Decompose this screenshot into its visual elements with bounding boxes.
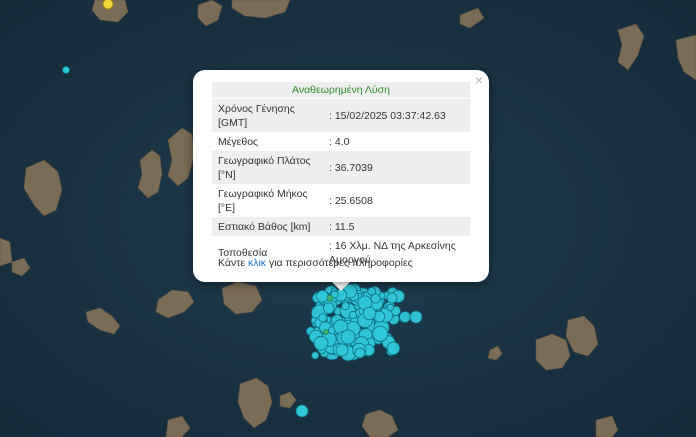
table-row: Γεωγραφικό Πλάτος [°N] : 36.7039 <box>212 151 470 184</box>
more-info-line: Κάντε κλικ για περισσότερες πληροφορίες <box>218 257 413 269</box>
row-label-origin-time: Χρόνος Γένησης [GMT] <box>212 99 325 132</box>
earthquake-marker-icon[interactable] <box>362 306 377 321</box>
row-value-origin-time: : 15/02/2025 03:37:42.63 <box>325 99 470 132</box>
more-info-suffix: για περισσότερες πληροφορίες <box>266 257 413 269</box>
earthquake-marker-icon[interactable] <box>318 313 328 323</box>
earthquake-marker-icon[interactable] <box>354 347 366 359</box>
map-view[interactable]: × Αναθεωρημένη Λύση Χρόνος Γένησης [GMT]… <box>0 0 696 437</box>
earthquake-marker-icon[interactable] <box>341 301 350 311</box>
earthquake-marker-icon[interactable] <box>372 325 389 342</box>
close-icon[interactable]: × <box>475 72 483 88</box>
earthquake-marker-icon[interactable] <box>323 329 329 335</box>
earthquake-marker-icon[interactable] <box>313 335 329 351</box>
earthquake-marker-icon[interactable] <box>386 303 394 312</box>
row-label-depth: Εστιακό Βάθος [km] <box>212 217 325 236</box>
table-row: Εστιακό Βάθος [km] : 11.5 <box>212 217 470 236</box>
popup-title: Αναθεωρημένη Λύση <box>212 82 470 98</box>
earthquake-marker-icon[interactable] <box>348 310 357 320</box>
popup-pointer <box>331 281 351 291</box>
earthquake-marker-icon[interactable] <box>386 292 398 304</box>
row-value-longitude: : 25.6508 <box>329 194 373 207</box>
earthquake-marker-icon[interactable] <box>326 294 334 302</box>
more-info-link[interactable]: κλικ <box>248 257 266 269</box>
earthquake-marker-icon <box>295 404 309 418</box>
row-label-latitude: Γεωγραφικό Πλάτος [°N] <box>212 151 325 184</box>
earthquake-marker-icon[interactable] <box>409 310 423 324</box>
island-left-edge <box>0 237 13 267</box>
more-info-prefix: Κάντε <box>218 257 248 269</box>
earthquake-marker-icon[interactable] <box>311 351 320 360</box>
earthquake-marker-icon <box>62 66 70 74</box>
earthquake-marker-icon <box>102 0 114 10</box>
table-row: Γεωγραφικό Μήκος [°E] : 25.6508 <box>212 184 470 217</box>
earthquake-marker-icon[interactable] <box>322 302 335 315</box>
earthquake-marker-icon[interactable] <box>370 293 381 304</box>
row-label-longitude: Γεωγραφικό Μήκος [°E] <box>218 187 308 214</box>
earthquake-info-table: Χρόνος Γένησης [GMT] : 15/02/2025 03:37:… <box>212 99 470 269</box>
row-value-depth: : 11.5 <box>325 217 470 236</box>
row-value-magnitude: : 4.0 <box>329 135 350 148</box>
earthquake-info-popup: × Αναθεωρημένη Λύση Χρόνος Γένησης [GMT]… <box>193 70 489 282</box>
earthquake-marker-icon[interactable] <box>335 343 349 357</box>
row-value-latitude: : 36.7039 <box>325 151 470 184</box>
row-label-magnitude: Μέγεθος <box>218 135 259 148</box>
table-row: Μέγεθος : 4.0 <box>212 132 470 151</box>
earthquake-marker-icon[interactable] <box>316 289 329 303</box>
earthquake-marker-icon[interactable] <box>386 341 401 356</box>
earthquake-marker-icon[interactable] <box>399 311 411 323</box>
earthquake-marker-icon[interactable] <box>340 329 356 345</box>
table-row: Χρόνος Γένησης [GMT] : 15/02/2025 03:37:… <box>212 99 470 132</box>
